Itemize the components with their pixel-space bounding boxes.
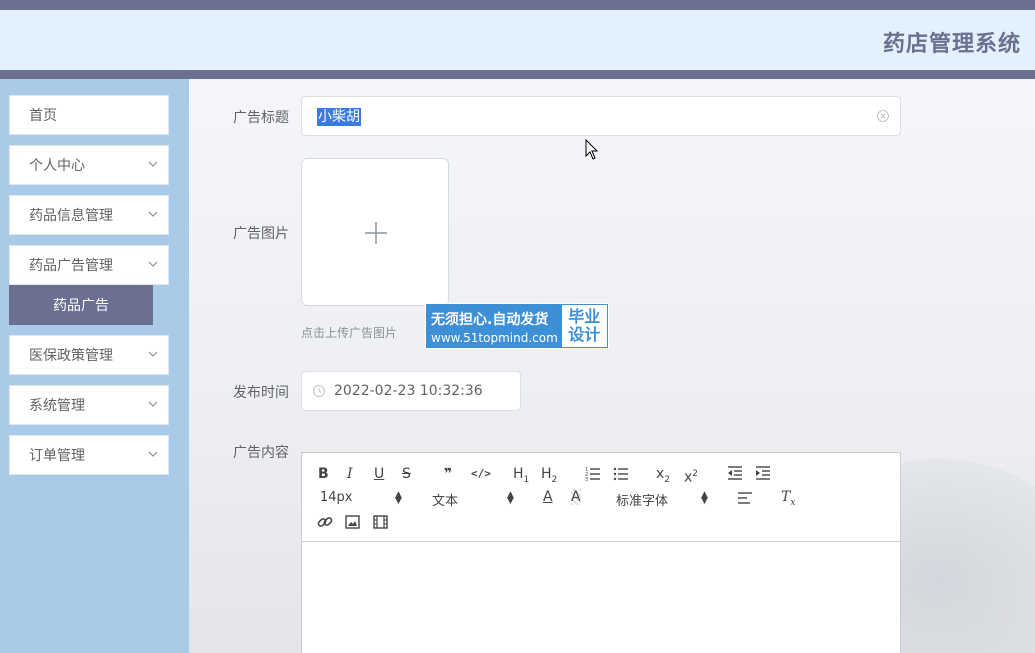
sidebar-item-insurance-policy[interactable]: 医保政策管理: [9, 335, 169, 375]
bold-icon[interactable]: B: [318, 466, 329, 482]
font-family-value: 标准字体: [616, 494, 669, 509]
sidebar-subitem-drug-ad[interactable]: 药品广告: [9, 285, 153, 325]
publish-time-picker[interactable]: 2022-02-23 10:32:36: [301, 371, 521, 411]
bullet-list-icon[interactable]: [613, 465, 629, 481]
text-type-select[interactable]: 文本 ▲ ▼: [432, 490, 517, 510]
link-icon[interactable]: [317, 514, 333, 530]
watermark-badge: 无须担心.自动发货 www.51topmind.com 毕业 设计: [425, 303, 609, 349]
sidebar-item-personal-center[interactable]: 个人中心: [9, 145, 169, 185]
strikethrough-icon[interactable]: S: [402, 466, 411, 482]
sidebar-item-label: 个人中心: [29, 158, 85, 174]
chevron-down-icon: [148, 451, 158, 457]
mouse-cursor-icon: [585, 139, 599, 160]
sidebar-item-label: 药品广告管理: [29, 258, 113, 274]
chevron-down-icon: [148, 401, 158, 407]
chevron-down-icon: [148, 161, 158, 167]
image-upload-box[interactable]: [301, 158, 449, 306]
underline-icon[interactable]: U: [374, 466, 384, 482]
app-header: 药店管理系统: [0, 10, 1035, 70]
select-caret-icon: ▲ ▼: [395, 490, 402, 506]
image-field-label: 广告图片: [233, 226, 289, 242]
clear-icon[interactable]: [876, 109, 890, 123]
sidebar-item-home[interactable]: 首页: [9, 95, 169, 135]
watermark-line1: 无须担心.自动发货: [431, 312, 549, 328]
superscript-icon[interactable]: x2: [684, 466, 698, 486]
header2-icon[interactable]: H2: [541, 466, 557, 488]
ordered-list-icon[interactable]: 1 2 3: [585, 465, 601, 481]
font-size-value: 14px: [320, 490, 353, 505]
time-field-label: 发布时间: [233, 385, 289, 401]
title-field-label: 广告标题: [233, 110, 289, 126]
image-icon[interactable]: [345, 515, 360, 529]
sidebar-item-orders[interactable]: 订单管理: [9, 435, 169, 475]
header-divider: [0, 70, 1035, 79]
app-title: 药店管理系统: [882, 32, 1021, 57]
code-block-icon[interactable]: </>: [471, 466, 491, 482]
font-size-select[interactable]: 14px ▲ ▼: [320, 490, 405, 506]
watermark-right2: 设计: [568, 325, 601, 344]
svg-text:3: 3: [585, 477, 588, 481]
chevron-up-icon: [148, 261, 158, 267]
watermark-right1: 毕业: [568, 307, 601, 326]
sidebar-item-label: 系统管理: [29, 398, 85, 414]
indent-icon[interactable]: [755, 465, 771, 481]
sidebar-subitem-label: 药品广告: [53, 298, 109, 314]
ad-title-value: 小柴胡: [317, 108, 361, 126]
select-caret-icon: ▲ ▼: [507, 490, 514, 506]
sidebar-item-label: 医保政策管理: [29, 348, 113, 364]
sidebar-item-drug-info[interactable]: 药品信息管理: [9, 195, 169, 235]
sidebar-item-system[interactable]: 系统管理: [9, 385, 169, 425]
plus-icon: [365, 222, 387, 244]
text-type-value: 文本: [432, 494, 459, 509]
outdent-icon[interactable]: [727, 465, 743, 481]
chevron-down-icon: [148, 351, 158, 357]
clock-icon: [313, 385, 325, 397]
video-icon[interactable]: [373, 515, 388, 529]
font-color-icon[interactable]: A: [543, 489, 553, 505]
background-color-icon[interactable]: A: [571, 489, 581, 505]
chevron-down-icon: [148, 211, 158, 217]
align-icon[interactable]: [737, 491, 753, 505]
subscript-icon[interactable]: x2: [656, 466, 670, 488]
font-family-select[interactable]: 标准字体 ▲ ▼: [616, 490, 711, 510]
header1-icon[interactable]: H1: [513, 466, 529, 488]
editor-toolbar: B I U S ❞ </> H1 H2 1 2 3 x2 x2 14px ▲ ▼…: [302, 453, 900, 542]
top-accent-bar: [0, 0, 1035, 10]
select-caret-icon: ▲ ▼: [701, 490, 708, 506]
watermark-line2: www.51topmind.com: [431, 331, 558, 345]
upload-tip: 点击上传广告图片: [301, 326, 398, 340]
sidebar-item-drug-ads[interactable]: 药品广告管理: [9, 245, 169, 285]
content-field-label: 广告内容: [233, 445, 289, 461]
sidebar-item-label: 首页: [29, 108, 57, 124]
italic-icon[interactable]: I: [347, 466, 353, 482]
sidebar-item-label: 药品信息管理: [29, 208, 113, 224]
publish-time-value: 2022-02-23 10:32:36: [334, 383, 483, 399]
clear-format-icon[interactable]: Tx: [781, 489, 795, 511]
editor-content-area[interactable]: [302, 543, 900, 653]
blockquote-icon[interactable]: ❞: [444, 466, 452, 482]
sidebar-item-label: 订单管理: [29, 448, 85, 464]
rich-text-editor[interactable]: B I U S ❞ </> H1 H2 1 2 3 x2 x2 14px ▲ ▼…: [301, 452, 901, 653]
ad-title-input[interactable]: 小柴胡: [301, 96, 901, 136]
